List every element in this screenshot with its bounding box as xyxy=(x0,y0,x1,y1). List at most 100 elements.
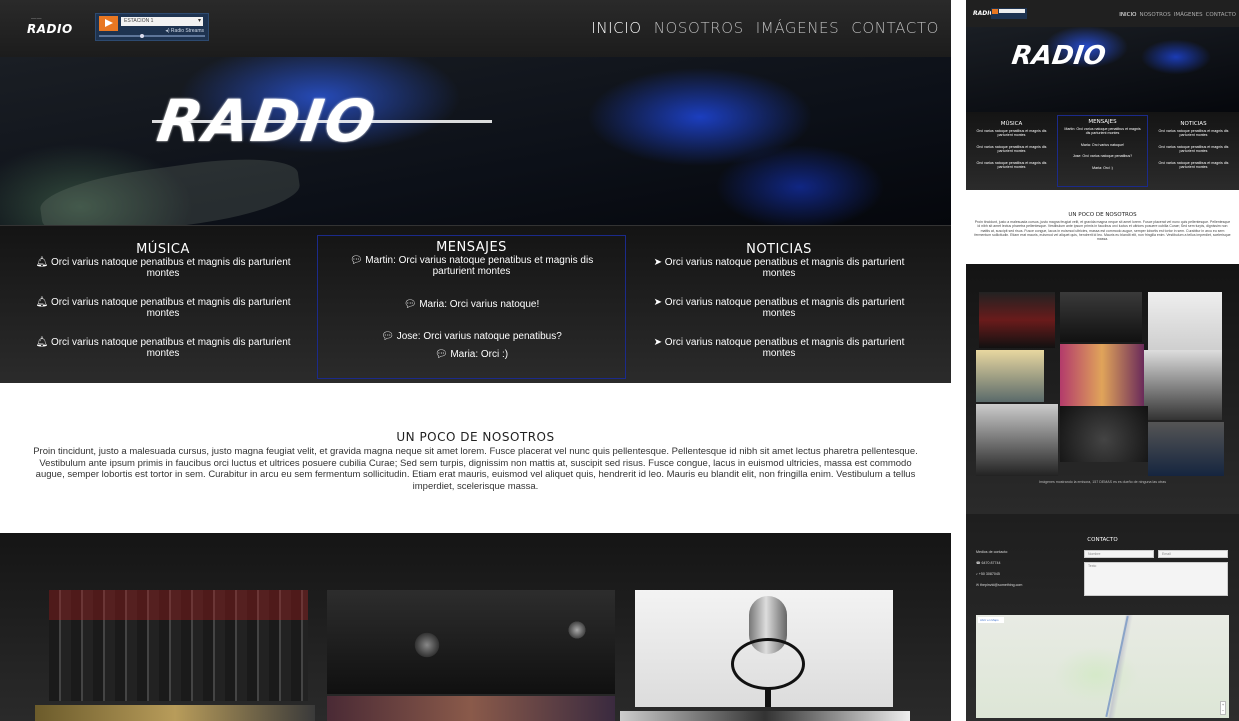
embedded-map[interactable]: Abrir en Maps + − xyxy=(976,615,1229,718)
news-item: ➤ Orci varius natoque penatibus et magni… xyxy=(653,337,905,359)
gallery-image-records[interactable] xyxy=(327,696,615,721)
contact-info-label: Medios de contacto: xyxy=(976,550,1009,554)
volume-slider-handle[interactable] xyxy=(140,34,144,38)
mobile-gallery-caption: Imágenes mostrando la emisora, 157 DEMAS… xyxy=(1038,480,1167,484)
gallery-image-vintage-radio[interactable] xyxy=(35,705,315,721)
image-gallery xyxy=(0,533,951,721)
mobile-nav: INICIO NOSOTROS IMÁGENES CONTACTO xyxy=(1119,12,1236,18)
nav-inicio[interactable]: INICIO xyxy=(591,19,641,37)
message-item: 💬︎ Martin: Orci varius natoque penatibus… xyxy=(349,255,594,277)
gallery-image-console[interactable] xyxy=(620,711,910,721)
column-title: MÚSICA xyxy=(136,242,190,257)
hero-banner: RADIO xyxy=(0,57,951,225)
column-title: MENSAJES xyxy=(1088,119,1117,125)
mobile-gallery-tile[interactable] xyxy=(1148,422,1224,476)
message-item: Martin: Orci varius natoque penatibus et… xyxy=(1064,127,1141,136)
map-zoom-control[interactable]: + − xyxy=(1220,701,1226,715)
comment-icon: 💬︎ xyxy=(349,255,366,266)
paper-plane-icon: ➤ xyxy=(653,257,665,268)
desktop-preview: —— RADIO ESTACION 1 ◂) Radio Streams INI… xyxy=(0,0,951,721)
news-item: ➤ Orci varius natoque penatibus et magni… xyxy=(653,257,905,279)
gallery-image-radio-equipment[interactable] xyxy=(327,590,615,694)
mobile-nav-nosotros[interactable]: NOSOTROS xyxy=(1139,12,1170,18)
gallery-image-microphone[interactable] xyxy=(635,590,893,707)
list-item: Orci varius natoque penatibus et magnis … xyxy=(976,160,1047,170)
column-musica: MÚSICA 🔔︎ Orci varius natoque penatibus … xyxy=(8,226,318,384)
comment-icon: 💬︎ xyxy=(381,331,397,342)
microphone-stand xyxy=(765,688,771,707)
paper-plane-icon: ➤ xyxy=(653,337,665,348)
mobile-gallery-tile[interactable] xyxy=(1144,350,1222,420)
mobile-feature-columns: MÚSICA Orci varius natoque penatibus et … xyxy=(966,112,1239,190)
mobile-gallery-tile[interactable] xyxy=(1060,406,1148,462)
mobile-about-title: UN POCO DE NOSOTROS xyxy=(1068,212,1137,218)
mobile-gallery-tile[interactable] xyxy=(1060,344,1144,406)
nav-imagenes[interactable]: IMÁGENES xyxy=(756,19,839,37)
mobile-about-text: Proin tincidunt, justo a malesuada cursu… xyxy=(974,220,1231,242)
paper-plane-icon: ➤ xyxy=(653,297,665,308)
comment-icon: 💬︎ xyxy=(434,349,451,360)
volume-slider[interactable] xyxy=(99,35,205,37)
message-textarea[interactable]: Texto xyxy=(1084,562,1228,596)
contact-phone-1: ☎ 6470 87744 xyxy=(976,561,1001,565)
hero-dial-shape xyxy=(37,149,303,225)
top-bar: —— RADIO ESTACION 1 ◂) Radio Streams INI… xyxy=(0,0,951,57)
volume-icon: ◂) xyxy=(165,28,170,34)
map-road xyxy=(1105,615,1129,718)
name-input[interactable]: Nombre xyxy=(1084,550,1154,558)
about-text: Proin tincidunt, justo a malesuada cursu… xyxy=(33,446,918,492)
message-item: Jose: Orci varius natoque penatibus? xyxy=(1072,154,1133,159)
mobile-gallery-tile[interactable] xyxy=(976,350,1044,402)
mobile-top-bar: RADIO INICIO NOSOTROS IMÁGENES CONTACTO xyxy=(966,0,1239,27)
nav-nosotros[interactable]: NOSOTROS xyxy=(654,19,744,37)
mobile-column-musica: MÚSICA Orci varius natoque penatibus et … xyxy=(966,112,1057,190)
contact-info: Medios de contacto: ☎ 6470 87744 ♪ +50 3… xyxy=(976,550,1022,588)
mobile-nav-inicio[interactable]: INICIO xyxy=(1119,12,1136,18)
message-item: 💬︎ Jose: Orci varius natoque penatibus? xyxy=(381,331,562,342)
news-item: ➤ Orci varius natoque penatibus et magni… xyxy=(653,297,905,319)
mobile-hero: RADIO xyxy=(966,27,1239,112)
play-button[interactable] xyxy=(99,16,118,31)
mobile-gallery-tile[interactable] xyxy=(1148,292,1222,350)
mobile-gallery: Imágenes mostrando la emisora, 157 DEMAS… xyxy=(966,264,1239,514)
radio-player: ESTACION 1 ◂) Radio Streams xyxy=(95,13,209,41)
mobile-preview: RADIO INICIO NOSOTROS IMÁGENES CONTACTO … xyxy=(966,0,1239,721)
mobile-about-section: UN POCO DE NOSOTROS Proin tincidunt, jus… xyxy=(966,190,1239,264)
news-item: Orci varius natoque penatibus et magnis … xyxy=(1158,160,1229,170)
open-in-maps-link[interactable]: Abrir en Maps xyxy=(978,617,1004,623)
logo-word: RADIO xyxy=(27,22,73,36)
mobile-nav-contacto[interactable]: CONTACTO xyxy=(1206,12,1236,18)
site-logo[interactable]: —— RADIO xyxy=(27,16,73,36)
gallery-image-mixer[interactable] xyxy=(49,590,308,701)
message-item: Maria: Orci varius natoque! xyxy=(1080,142,1125,147)
contact-phone-2: ♪ +50 3087045 xyxy=(976,572,1000,576)
microphone-shock-mount xyxy=(731,638,805,690)
contact-title: CONTACTO xyxy=(1087,537,1118,543)
nav-contacto[interactable]: CONTACTO xyxy=(851,19,939,37)
feature-columns: MÚSICA 🔔︎ Orci varius natoque penatibus … xyxy=(0,225,951,383)
message-item: 💬︎ Maria: Orci :) xyxy=(434,349,509,360)
column-mensajes: MENSAJES 💬︎ Martin: Orci varius natoque … xyxy=(317,235,626,379)
about-section: UN POCO DE NOSOTROS Proin tincidunt, jus… xyxy=(0,383,951,533)
column-title: MENSAJES xyxy=(436,240,507,255)
station-select[interactable]: ESTACION 1 xyxy=(121,17,203,26)
email-input[interactable]: Email xyxy=(1158,550,1228,558)
mobile-column-mensajes: MENSAJES Martin: Orci varius natoque pen… xyxy=(1057,115,1148,187)
bell-icon: 🔔︎ xyxy=(35,257,51,268)
list-item: 🔔︎ Orci varius natoque penatibus et magn… xyxy=(35,337,291,359)
main-nav: INICIO NOSOTROS IMÁGENES CONTACTO xyxy=(591,19,939,37)
mobile-gallery-tile[interactable] xyxy=(979,292,1055,348)
bell-icon: 🔔︎ xyxy=(35,297,51,308)
list-item: Orci varius natoque penatibus et magnis … xyxy=(976,129,1047,138)
mobile-column-noticias: NOTICIAS Orci varius natoque penatibus e… xyxy=(1148,112,1239,190)
comment-icon: 💬︎ xyxy=(403,299,420,310)
message-item: Maria: Orci :) xyxy=(1092,165,1113,170)
mobile-gallery-tile[interactable] xyxy=(1060,292,1142,342)
about-title: UN POCO DE NOSOTROS xyxy=(396,430,555,444)
mobile-contact-section: CONTACTO Medios de contacto: ☎ 6470 8774… xyxy=(966,514,1239,721)
mobile-nav-imagenes[interactable]: IMÁGENES xyxy=(1174,12,1203,18)
column-title: MÚSICA xyxy=(1000,121,1023,127)
column-title: NOTICIAS xyxy=(746,242,812,257)
mobile-radio-player[interactable] xyxy=(991,8,1027,19)
mobile-gallery-tile[interactable] xyxy=(976,404,1058,476)
